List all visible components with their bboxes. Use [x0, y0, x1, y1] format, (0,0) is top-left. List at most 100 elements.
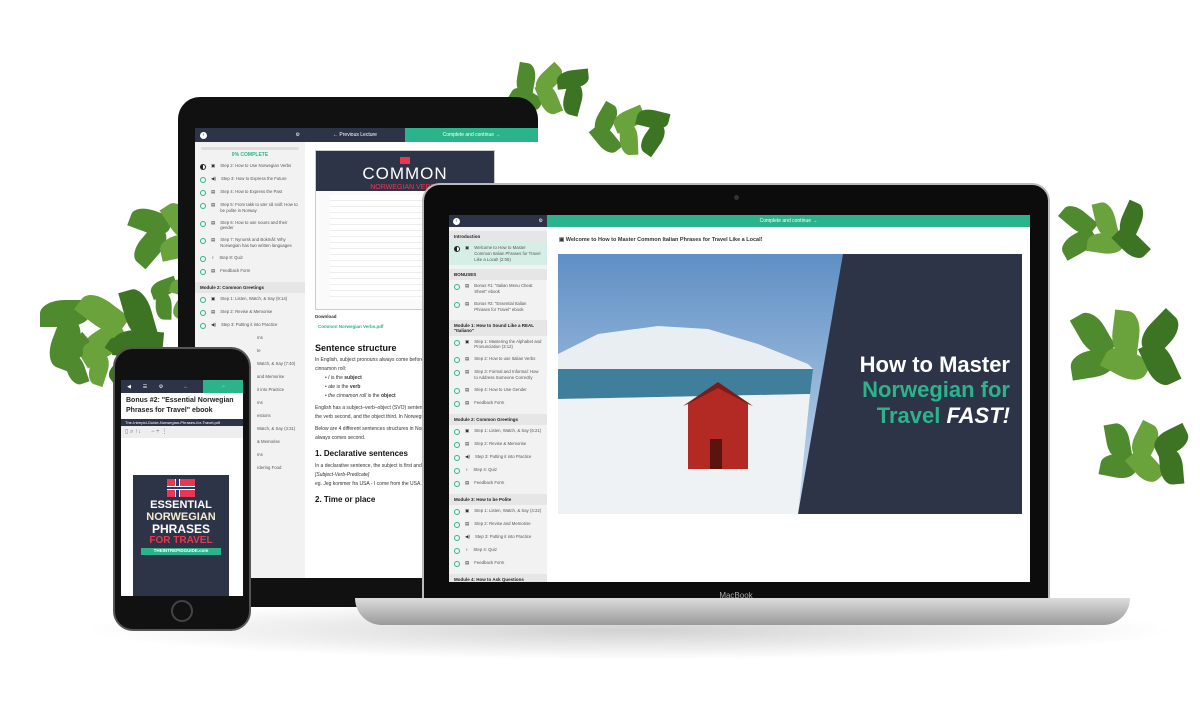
lesson-item[interactable]: ▣ Step 1: Listen, Watch, & Say (6:21) [449, 425, 547, 438]
lesson-item[interactable]: ▣ Step 2: How to Use Norwegian Verbs [195, 160, 305, 173]
complete-continue-button[interactable]: Complete and continue → [405, 128, 538, 142]
lesson-item[interactable]: ◀) Step 3: How to Express the Future [195, 173, 305, 186]
lesson-item[interactable]: ▤ Step 2: How to use Italian Verbs [449, 353, 547, 366]
list-icon[interactable]: ☰ [137, 384, 153, 390]
lesson-item[interactable]: ▤ Step 2: Revise and Memorise [449, 518, 547, 531]
camera-icon [734, 195, 739, 200]
download-link[interactable]: Common Norwegian Verbs.pdf [318, 324, 384, 329]
lesson-label: Step 4: Quiz [473, 546, 498, 552]
lesson-label: Bonus #2: "Essential Italian Phrases for… [474, 300, 527, 312]
video-icon: ▣ [211, 163, 216, 168]
completion-circle-icon[interactable] [200, 268, 206, 275]
lesson-item[interactable]: ▤ Feedback Form [449, 397, 547, 410]
next-arrow-icon[interactable]: → [203, 380, 243, 393]
completion-circle-icon[interactable] [454, 441, 460, 448]
lesson-item[interactable]: ▤ Feedback Form [195, 265, 305, 278]
lesson-item[interactable]: ▤ Feedback Form [449, 477, 547, 490]
previous-arrow-icon[interactable]: ← [169, 384, 203, 390]
quiz-icon: ♀ [465, 546, 469, 552]
home-button[interactable] [171, 600, 193, 622]
completion-circle-icon[interactable] [200, 309, 206, 316]
file-name[interactable]: The-Intrepid-Guide-Norwegian-Phrases-for… [121, 418, 243, 426]
complete-continue-button[interactable]: Complete and continue → [547, 215, 1030, 227]
lesson-item[interactable]: ▤ Step 7: Nynorsk and Bokmål: Why Norwegi… [195, 234, 305, 252]
completion-circle-icon[interactable] [454, 560, 460, 567]
lesson-item[interactable]: ♀ Step 8: Quiz [195, 252, 305, 265]
completion-circle-icon[interactable] [454, 370, 460, 377]
lesson-item[interactable]: ▤ Feedback Form [449, 557, 547, 570]
completion-circle-icon[interactable] [200, 322, 206, 329]
completion-circle-icon[interactable] [454, 467, 460, 474]
lesson-label: Step 3: Putting it into Practice [474, 533, 532, 539]
completion-circle-icon[interactable] [200, 177, 206, 183]
lesson-item[interactable]: ▤ Step 4: How to Use Gender [449, 384, 547, 397]
lesson-label: Step 2: How to use Italian Verbs [474, 356, 536, 362]
phone-topbar: ◀ ☰ ⚙ ← → [121, 380, 243, 393]
completion-circle-icon[interactable] [454, 480, 460, 487]
gear-icon[interactable]: ⚙ [296, 132, 300, 139]
completion-circle-icon[interactable] [454, 521, 460, 528]
completion-circle-icon[interactable] [454, 428, 460, 435]
laptop-sidebar: Introduction ▣ Welcome to How to Master Co… [449, 227, 547, 582]
laptop-device: ‹ ⚙ Complete and continue → Introduction… [422, 183, 1050, 608]
lesson-label: Step 1: Listen, Watch, & Say (4:22) [474, 507, 542, 513]
completion-circle-icon[interactable] [200, 220, 206, 227]
doc-icon: ▤ [211, 237, 216, 243]
pdf-toolbar: ▯ ⌕ ↑↓ − + ⋮ [121, 425, 243, 438]
gear-icon[interactable]: ⚙ [153, 384, 169, 390]
completion-circle-icon[interactable] [454, 301, 460, 308]
lesson-item[interactable]: ♀ Step 4: Quiz [449, 544, 547, 557]
completion-circle-icon[interactable] [200, 238, 206, 245]
previous-lecture-button[interactable]: ← Previous Lecture [305, 132, 405, 138]
completion-circle-icon[interactable] [454, 284, 460, 291]
lesson-item[interactable]: ▤ Bonus #2: "Essential Italian Phrases fo… [449, 298, 547, 316]
completion-circle-icon[interactable] [200, 255, 206, 262]
lesson-item[interactable]: ▤ Step 5: From takk to vær så snill: How … [195, 199, 305, 217]
leaf [619, 122, 639, 156]
lesson-item[interactable]: ms [195, 332, 305, 345]
completion-circle-icon[interactable] [200, 296, 206, 303]
doc-icon: ▤ [465, 283, 470, 289]
lesson-item[interactable]: ♀ Step 4: Quiz [449, 464, 547, 477]
laptop-screen: ‹ ⚙ Complete and continue → Introduction… [449, 215, 1030, 582]
doc-icon: ▤ [211, 219, 216, 225]
lesson-item[interactable]: ▣ Step 1: Mastering the Alphabet and Pron… [449, 336, 547, 354]
lesson-item[interactable]: ▣ Welcome to How to Master Common Italian… [449, 242, 547, 266]
completion-circle-icon[interactable] [454, 547, 460, 554]
doc-icon: ▤ [465, 356, 470, 362]
completion-circle-icon[interactable] [454, 246, 460, 252]
lesson-item[interactable]: ▤ Step 2: Revise & Memorise [449, 438, 547, 451]
back-icon[interactable]: ‹ [200, 131, 207, 139]
audio-icon: ◀) [465, 533, 470, 539]
completion-circle-icon[interactable] [200, 164, 206, 170]
lesson-item[interactable]: ▤ Bonus #1: "Italian Menu Cheat Sheet" eb… [449, 280, 547, 298]
completion-circle-icon[interactable] [454, 534, 460, 541]
phone-screen: ◀ ☰ ⚙ ← → Bonus #2: "Essential Norwegian… [121, 380, 243, 596]
back-icon[interactable]: ‹ [453, 217, 460, 225]
leaf [155, 291, 172, 320]
completion-circle-icon[interactable] [454, 508, 460, 515]
lesson-item[interactable]: ▤ Step 2: Revise & Memorise [195, 306, 305, 319]
lesson-label: Step 4: How to Use Gender [474, 386, 527, 392]
gear-icon[interactable]: ⚙ [539, 218, 543, 225]
completion-circle-icon[interactable] [200, 203, 206, 209]
completion-circle-icon[interactable] [454, 387, 460, 394]
completion-circle-icon[interactable] [454, 454, 460, 461]
completion-circle-icon[interactable] [454, 357, 460, 364]
lesson-item[interactable]: ◀) Step 3: Putting it into Practice [449, 531, 547, 544]
lesson-item[interactable]: ◀) Step 3: Putting it into Practice [195, 319, 305, 332]
completion-circle-icon[interactable] [454, 400, 460, 407]
lesson-item[interactable]: ▤ Step 3: Formal and Informal: How to Add… [449, 366, 547, 384]
doc-icon: ▤ [465, 369, 470, 375]
audio-icon: ◀) [211, 176, 216, 181]
lesson-item[interactable]: ▤ Step 6: How to use nouns and their gend… [195, 217, 305, 235]
doc-icon: ▤ [465, 559, 470, 565]
lesson-item[interactable]: ◀) Step 3: Putting it into Practice [449, 451, 547, 464]
lesson-label: Step 2: Revise & Memorise [474, 440, 527, 446]
back-icon[interactable]: ◀ [121, 384, 137, 390]
completion-circle-icon[interactable] [454, 339, 460, 346]
lesson-item[interactable]: ▣ Step 1: Listen, Watch, & Say (4:22) [449, 505, 547, 518]
completion-circle-icon[interactable] [200, 190, 206, 196]
lesson-item[interactable]: ▣ Step 1: Listen, Watch, & Say (9:14) [195, 293, 305, 306]
lesson-item[interactable]: ▤ Step 4: How to Express the Past [195, 186, 305, 199]
